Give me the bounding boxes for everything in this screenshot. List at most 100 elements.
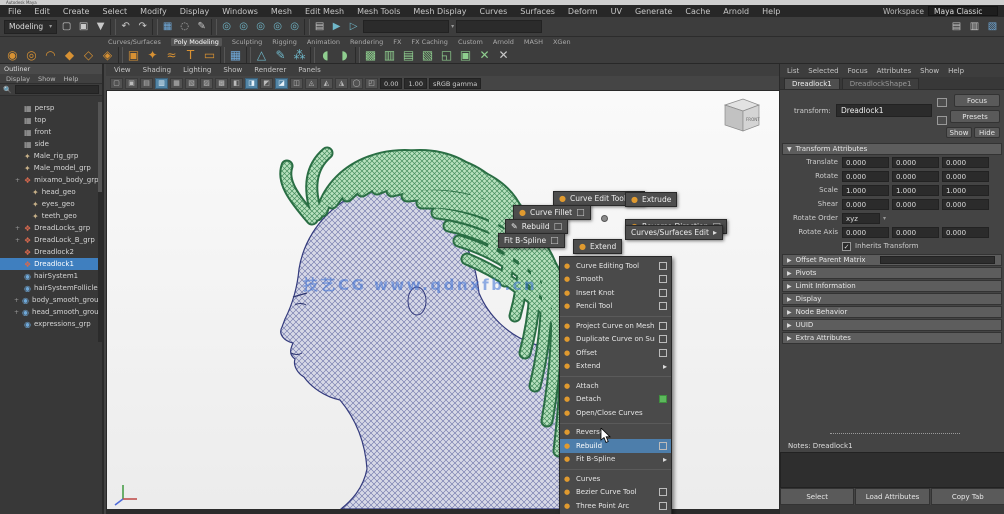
outliner-search-input[interactable] (15, 85, 99, 94)
menu-item[interactable]: Mesh (271, 7, 292, 16)
presets-button[interactable]: Presets (950, 110, 1000, 123)
viewport-toolbar-icon[interactable]: ▧ (185, 78, 198, 89)
select-by-hierarchy-icon[interactable]: ▦ (160, 19, 175, 34)
menu-set-dropdown[interactable]: Modeling ▾ (4, 20, 57, 34)
cv-curve-tool-icon[interactable]: ◉ (4, 47, 21, 63)
footer-button[interactable]: Select (780, 488, 854, 505)
shelf-tab[interactable]: Rendering (350, 38, 383, 46)
outliner-item[interactable]: persp (0, 102, 102, 114)
menu-item[interactable]: Mesh Display (413, 7, 466, 16)
attribute-editor-toggle-icon[interactable]: ▤ (949, 19, 964, 34)
exposure-field[interactable]: 0.00 (380, 78, 402, 89)
outliner-item[interactable]: head_geo (0, 186, 102, 198)
menu-item[interactable]: Create (63, 7, 90, 16)
viewport-toolbar-icon[interactable]: ◫ (290, 78, 303, 89)
shelf-tab[interactable]: Curves/Surfaces (108, 38, 161, 46)
y-value-field[interactable]: 0.000 (892, 171, 939, 182)
select-by-object-icon[interactable]: ◌ (177, 19, 192, 34)
attribute-editor-menu-item[interactable]: Focus (848, 67, 868, 75)
option-box-icon[interactable] (659, 502, 667, 510)
channel-box-toggle-icon[interactable]: ▧ (985, 19, 1000, 34)
divider[interactable] (110, 19, 116, 35)
shelf-tab[interactable]: Sculpting (232, 38, 262, 46)
outliner-menu-item[interactable]: Show (38, 75, 56, 83)
menu-item[interactable]: Display (180, 7, 210, 16)
attribute-editor-menu-item[interactable]: Show (920, 67, 939, 75)
nurbs-plane-icon[interactable]: ▭ (201, 47, 218, 63)
delete-history-icon[interactable]: ✕ (495, 47, 512, 63)
viewport-canvas[interactable]: FRONT 技艺CG www.qdnxfb.cn ● Curve Edit To… (106, 91, 779, 509)
outliner-item[interactable]: Male_rig_grp (0, 150, 102, 162)
text-tool-icon[interactable]: T (182, 47, 199, 63)
marking-menu-list-item[interactable]: ● Bezier Curve Tool ▸ (560, 486, 671, 500)
view-transform-dropdown[interactable]: sRGB gamma (429, 78, 481, 89)
z-value-field[interactable]: 0.000 (942, 227, 989, 238)
marking-menu-item-west[interactable]: ✎ Rebuild □ (505, 219, 568, 234)
outliner-item[interactable]: + mixamo_body_grp (0, 174, 102, 186)
collapsed-section-header[interactable]: ▶ Offset Parent Matrix (782, 254, 1002, 266)
x-value-field[interactable]: 1.000 (842, 185, 889, 196)
outliner-tab[interactable]: Outliner (4, 65, 30, 73)
tool-settings-toggle-icon[interactable]: ▥ (967, 19, 982, 34)
menu-item[interactable]: Cache (685, 7, 710, 16)
outliner-item[interactable]: side (0, 138, 102, 150)
shelf-tab[interactable]: FX (393, 38, 401, 46)
snap-to-point-icon[interactable]: ◎ (253, 19, 268, 34)
divider[interactable] (304, 19, 310, 35)
construction-history-icon[interactable]: ▤ (312, 19, 327, 34)
menu-item[interactable]: Windows (222, 7, 258, 16)
footer-button[interactable]: Load Attributes (855, 488, 929, 505)
shelf-tab[interactable]: MASH (524, 38, 543, 46)
render-icon[interactable]: ▶ (329, 19, 344, 34)
collapsed-section-header[interactable]: ▶ Pivots (782, 267, 1002, 279)
marking-menu-item-southeast[interactable]: Curves/Surfaces Edit ▸ (625, 225, 723, 240)
viewport-toolbar-icon[interactable]: ▢ (110, 78, 123, 89)
outliner-item[interactable]: Male_model_grp (0, 162, 102, 174)
new-scene-icon[interactable]: ▢ (59, 19, 74, 34)
snap-to-grid-icon[interactable]: ◎ (219, 19, 234, 34)
viewport-toolbar-icon[interactable]: ▤ (140, 78, 153, 89)
collapsed-section-header[interactable]: ▶ Limit Information (782, 280, 1002, 292)
option-box-icon[interactable] (659, 262, 667, 270)
multi-cut-icon[interactable]: ▣ (457, 47, 474, 63)
notes-textarea[interactable] (780, 452, 1004, 488)
viewport-toolbar-icon[interactable]: ▩ (215, 78, 228, 89)
menu-item[interactable]: Mesh Tools (357, 7, 400, 16)
shelf-tab[interactable]: Poly Modeling (171, 38, 222, 46)
outliner-item[interactable]: Dreadlock1 (0, 258, 102, 270)
pencil-curve-tool-icon[interactable]: ◆ (61, 47, 78, 63)
poly-smooth-icon[interactable]: ▧ (419, 47, 436, 63)
viewport-toolbar-icon[interactable]: ▣ (125, 78, 138, 89)
pin-icon[interactable] (937, 98, 947, 107)
attribute-editor-menu-item[interactable]: Help (948, 67, 964, 75)
collapsed-section-header[interactable]: ▶ Node Behavior (782, 306, 1002, 318)
viewport-toolbar-icon[interactable]: ◰ (365, 78, 378, 89)
outliner-item[interactable]: expressions_grp (0, 318, 102, 330)
option-box-icon[interactable] (659, 395, 667, 403)
poly-plane-icon[interactable]: ▩ (362, 47, 379, 63)
snap-to-plane-icon[interactable]: ◎ (270, 19, 285, 34)
expand-icon[interactable]: + (14, 297, 19, 304)
menu-item[interactable]: Modify (140, 7, 167, 16)
outliner-menu-item[interactable]: Display (6, 75, 30, 83)
snap-to-surface-icon[interactable]: ◎ (287, 19, 302, 34)
outliner-item[interactable]: teeth_geo (0, 210, 102, 222)
poly-mirror-icon[interactable]: ◱ (438, 47, 455, 63)
two-point-arc-icon[interactable]: ◈ (99, 47, 116, 63)
option-box-icon[interactable] (659, 322, 667, 330)
expand-icon[interactable]: + (14, 309, 19, 316)
viewport-menu-item[interactable]: View (114, 66, 131, 74)
outliner-item[interactable]: top (0, 114, 102, 126)
option-box-icon[interactable] (659, 289, 667, 297)
marking-menu-item-northwest[interactable]: ● Curve Fillet □ (513, 205, 591, 220)
numeric-input-field[interactable] (456, 20, 542, 33)
bevel-bracket-icon[interactable]: ◗ (336, 47, 353, 63)
outliner-item[interactable]: hairSystemFollicles (0, 282, 102, 294)
marking-menu-item-northeast[interactable]: ● Extrude (625, 192, 677, 207)
outliner-item[interactable]: + DreadLocks_grp (0, 222, 102, 234)
section-transform-attributes[interactable]: ▼ Transform Attributes (782, 143, 1002, 155)
viewport-menu-item[interactable]: Lighting (183, 66, 211, 74)
shelf-tab[interactable]: XGen (553, 38, 571, 46)
viewport-menu-item[interactable]: Panels (298, 66, 321, 74)
z-value-field[interactable]: 0.000 (942, 171, 989, 182)
